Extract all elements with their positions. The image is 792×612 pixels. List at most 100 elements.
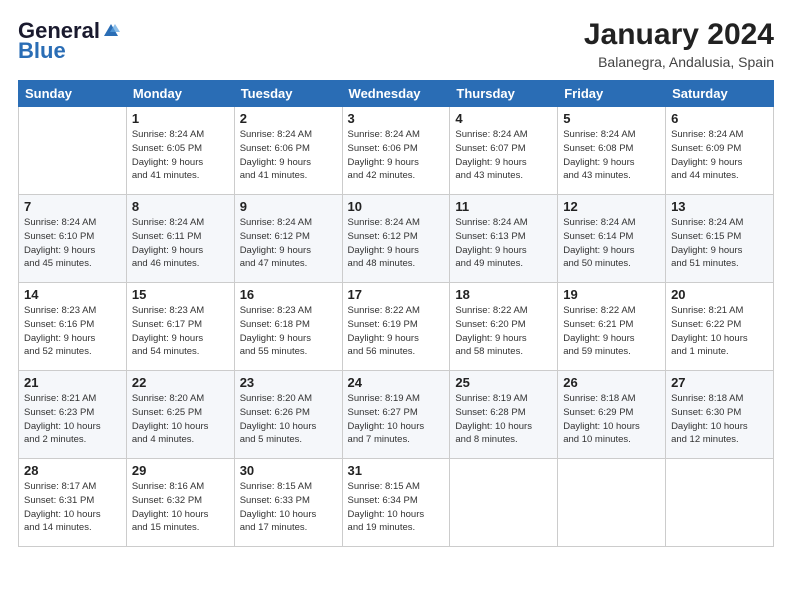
day-info: Sunrise: 8:24 AMSunset: 6:11 PMDaylight:… xyxy=(132,216,229,271)
day-info: Sunrise: 8:16 AMSunset: 6:32 PMDaylight:… xyxy=(132,480,229,535)
day-cell: 16 Sunrise: 8:23 AMSunset: 6:18 PMDayligh… xyxy=(234,283,342,371)
day-number: 16 xyxy=(240,287,337,302)
title-block: January 2024 Balanegra, Andalusia, Spain xyxy=(584,18,774,70)
day-number: 13 xyxy=(671,199,768,214)
day-cell: 12 Sunrise: 8:24 AMSunset: 6:14 PMDayligh… xyxy=(558,195,666,283)
day-info: Sunrise: 8:23 AMSunset: 6:17 PMDaylight:… xyxy=(132,304,229,359)
day-number: 23 xyxy=(240,375,337,390)
col-header-wednesday: Wednesday xyxy=(342,81,450,107)
day-number: 30 xyxy=(240,463,337,478)
day-info: Sunrise: 8:24 AMSunset: 6:13 PMDaylight:… xyxy=(455,216,552,271)
day-cell: 4 Sunrise: 8:24 AMSunset: 6:07 PMDaylight… xyxy=(450,107,558,195)
day-info: Sunrise: 8:19 AMSunset: 6:27 PMDaylight:… xyxy=(348,392,445,447)
day-number: 18 xyxy=(455,287,552,302)
day-info: Sunrise: 8:24 AMSunset: 6:10 PMDaylight:… xyxy=(24,216,121,271)
day-number: 3 xyxy=(348,111,445,126)
day-cell: 14 Sunrise: 8:23 AMSunset: 6:16 PMDayligh… xyxy=(19,283,127,371)
day-number: 22 xyxy=(132,375,229,390)
day-cell xyxy=(666,459,774,547)
day-info: Sunrise: 8:24 AMSunset: 6:12 PMDaylight:… xyxy=(240,216,337,271)
day-info: Sunrise: 8:22 AMSunset: 6:21 PMDaylight:… xyxy=(563,304,660,359)
day-cell: 25 Sunrise: 8:19 AMSunset: 6:28 PMDayligh… xyxy=(450,371,558,459)
calendar: SundayMondayTuesdayWednesdayThursdayFrid… xyxy=(18,80,774,547)
day-info: Sunrise: 8:24 AMSunset: 6:14 PMDaylight:… xyxy=(563,216,660,271)
week-row: 1 Sunrise: 8:24 AMSunset: 6:05 PMDaylight… xyxy=(19,107,774,195)
day-info: Sunrise: 8:22 AMSunset: 6:20 PMDaylight:… xyxy=(455,304,552,359)
day-number: 4 xyxy=(455,111,552,126)
day-cell: 7Sunrise: 8:24 AMSunset: 6:10 PMDaylight… xyxy=(19,195,127,283)
logo: General Blue xyxy=(18,18,120,64)
day-info: Sunrise: 8:23 AMSunset: 6:18 PMDaylight:… xyxy=(240,304,337,359)
day-cell: 31Sunrise: 8:15 AMSunset: 6:34 PMDayligh… xyxy=(342,459,450,547)
col-header-sunday: Sunday xyxy=(19,81,127,107)
day-cell: 26 Sunrise: 8:18 AMSunset: 6:29 PMDayligh… xyxy=(558,371,666,459)
week-row: 7Sunrise: 8:24 AMSunset: 6:10 PMDaylight… xyxy=(19,195,774,283)
day-cell: 2Sunrise: 8:24 AMSunset: 6:06 PMDaylight… xyxy=(234,107,342,195)
week-row: 14 Sunrise: 8:23 AMSunset: 6:16 PMDayligh… xyxy=(19,283,774,371)
day-info: Sunrise: 8:23 AMSunset: 6:16 PMDaylight:… xyxy=(24,304,121,359)
day-number: 10 xyxy=(348,199,445,214)
location: Balanegra, Andalusia, Spain xyxy=(584,54,774,70)
day-info: Sunrise: 8:24 AMSunset: 6:08 PMDaylight:… xyxy=(563,128,660,183)
col-header-monday: Monday xyxy=(126,81,234,107)
logo-blue-text: Blue xyxy=(18,38,66,64)
day-cell: 20Sunrise: 8:21 AMSunset: 6:22 PMDayligh… xyxy=(666,283,774,371)
day-number: 21 xyxy=(24,375,121,390)
day-info: Sunrise: 8:24 AMSunset: 6:06 PMDaylight:… xyxy=(240,128,337,183)
day-cell: 1 Sunrise: 8:24 AMSunset: 6:05 PMDaylight… xyxy=(126,107,234,195)
day-cell: 13Sunrise: 8:24 AMSunset: 6:15 PMDayligh… xyxy=(666,195,774,283)
day-cell: 18 Sunrise: 8:22 AMSunset: 6:20 PMDayligh… xyxy=(450,283,558,371)
day-number: 26 xyxy=(563,375,660,390)
logo-icon xyxy=(102,22,120,40)
day-cell: 27Sunrise: 8:18 AMSunset: 6:30 PMDayligh… xyxy=(666,371,774,459)
day-cell: 6 Sunrise: 8:24 AMSunset: 6:09 PMDaylight… xyxy=(666,107,774,195)
day-info: Sunrise: 8:15 AMSunset: 6:33 PMDaylight:… xyxy=(240,480,337,535)
day-cell xyxy=(450,459,558,547)
week-row: 28 Sunrise: 8:17 AMSunset: 6:31 PMDayligh… xyxy=(19,459,774,547)
day-number: 24 xyxy=(348,375,445,390)
day-info: Sunrise: 8:24 AMSunset: 6:07 PMDaylight:… xyxy=(455,128,552,183)
col-header-saturday: Saturday xyxy=(666,81,774,107)
day-number: 25 xyxy=(455,375,552,390)
day-info: Sunrise: 8:24 AMSunset: 6:06 PMDaylight:… xyxy=(348,128,445,183)
day-number: 14 xyxy=(24,287,121,302)
day-cell: 8 Sunrise: 8:24 AMSunset: 6:11 PMDaylight… xyxy=(126,195,234,283)
day-cell: 28 Sunrise: 8:17 AMSunset: 6:31 PMDayligh… xyxy=(19,459,127,547)
day-info: Sunrise: 8:18 AMSunset: 6:29 PMDaylight:… xyxy=(563,392,660,447)
day-info: Sunrise: 8:20 AMSunset: 6:26 PMDaylight:… xyxy=(240,392,337,447)
day-number: 29 xyxy=(132,463,229,478)
day-number: 9 xyxy=(240,199,337,214)
day-number: 15 xyxy=(132,287,229,302)
calendar-header-row: SundayMondayTuesdayWednesdayThursdayFrid… xyxy=(19,81,774,107)
day-info: Sunrise: 8:24 AMSunset: 6:05 PMDaylight:… xyxy=(132,128,229,183)
header: General Blue January 2024 Balanegra, And… xyxy=(18,18,774,70)
day-number: 11 xyxy=(455,199,552,214)
col-header-thursday: Thursday xyxy=(450,81,558,107)
day-number: 28 xyxy=(24,463,121,478)
day-info: Sunrise: 8:19 AMSunset: 6:28 PMDaylight:… xyxy=(455,392,552,447)
day-number: 1 xyxy=(132,111,229,126)
day-cell: 30 Sunrise: 8:15 AMSunset: 6:33 PMDayligh… xyxy=(234,459,342,547)
day-cell: 23 Sunrise: 8:20 AMSunset: 6:26 PMDayligh… xyxy=(234,371,342,459)
day-cell: 21Sunrise: 8:21 AMSunset: 6:23 PMDayligh… xyxy=(19,371,127,459)
day-info: Sunrise: 8:18 AMSunset: 6:30 PMDaylight:… xyxy=(671,392,768,447)
day-number: 20 xyxy=(671,287,768,302)
day-cell: 19 Sunrise: 8:22 AMSunset: 6:21 PMDayligh… xyxy=(558,283,666,371)
day-number: 17 xyxy=(348,287,445,302)
day-info: Sunrise: 8:17 AMSunset: 6:31 PMDaylight:… xyxy=(24,480,121,535)
week-row: 21Sunrise: 8:21 AMSunset: 6:23 PMDayligh… xyxy=(19,371,774,459)
col-header-tuesday: Tuesday xyxy=(234,81,342,107)
day-info: Sunrise: 8:22 AMSunset: 6:19 PMDaylight:… xyxy=(348,304,445,359)
day-number: 8 xyxy=(132,199,229,214)
day-cell: 22Sunrise: 8:20 AMSunset: 6:25 PMDayligh… xyxy=(126,371,234,459)
day-cell xyxy=(558,459,666,547)
day-cell: 29 Sunrise: 8:16 AMSunset: 6:32 PMDayligh… xyxy=(126,459,234,547)
day-number: 6 xyxy=(671,111,768,126)
day-number: 12 xyxy=(563,199,660,214)
day-number: 5 xyxy=(563,111,660,126)
day-number: 19 xyxy=(563,287,660,302)
day-cell xyxy=(19,107,127,195)
day-info: Sunrise: 8:24 AMSunset: 6:09 PMDaylight:… xyxy=(671,128,768,183)
day-cell: 24 Sunrise: 8:19 AMSunset: 6:27 PMDayligh… xyxy=(342,371,450,459)
day-info: Sunrise: 8:24 AMSunset: 6:12 PMDaylight:… xyxy=(348,216,445,271)
